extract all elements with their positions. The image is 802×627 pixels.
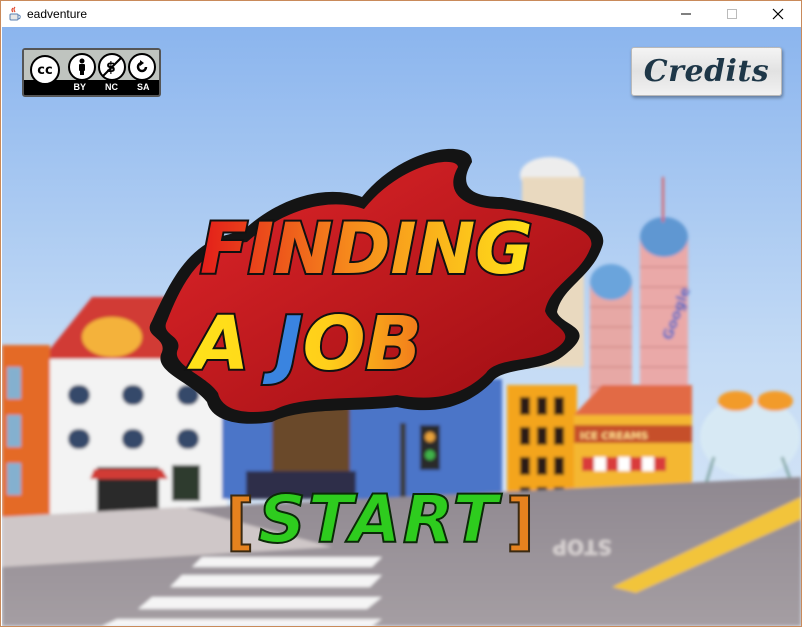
credits-label: Credits <box>643 54 770 89</box>
minimize-button[interactable] <box>663 1 709 27</box>
cc-label-nc: NC <box>104 82 118 92</box>
minimize-icon <box>681 13 691 15</box>
person-icon <box>68 53 96 81</box>
sharealike-icon <box>128 53 156 81</box>
shop-sign: ICE CREAMS <box>580 431 648 442</box>
title-line-2: A JOB <box>187 301 422 387</box>
title-line-2-a: A <box>187 301 275 387</box>
title-line-1: FINDING <box>200 208 533 290</box>
close-icon <box>772 8 784 20</box>
start-label: START <box>257 480 500 559</box>
cc-labels: BY NC SA <box>64 82 159 92</box>
cc-label-by: BY <box>73 82 86 92</box>
credits-button[interactable]: Credits <box>631 47 782 96</box>
close-button[interactable] <box>755 1 801 27</box>
cc-icon: cc <box>30 55 60 85</box>
start-button[interactable]: [ START ] <box>225 479 535 559</box>
cc-license-badge: cc $ BY NC SA <box>22 48 161 97</box>
road-marking: STOP <box>552 535 612 559</box>
window-title: eadventure <box>27 7 88 21</box>
title-bar: eadventure <box>1 1 801 27</box>
maximize-icon <box>727 9 737 19</box>
noncommercial-icon: $ <box>98 53 126 81</box>
game-canvas[interactable]: Google ICE CREAMS STOP FINDING A JOB cc … <box>2 27 801 626</box>
maximize-button[interactable] <box>709 1 755 27</box>
game-window: eadventure Google ICE CREAMS STOP FINDIN… <box>0 0 802 627</box>
java-cup-icon <box>9 6 21 21</box>
start-bracket-right: ] <box>505 484 535 559</box>
cc-label-sa: SA <box>136 82 150 92</box>
title-line-2-rest: OB <box>303 301 422 387</box>
